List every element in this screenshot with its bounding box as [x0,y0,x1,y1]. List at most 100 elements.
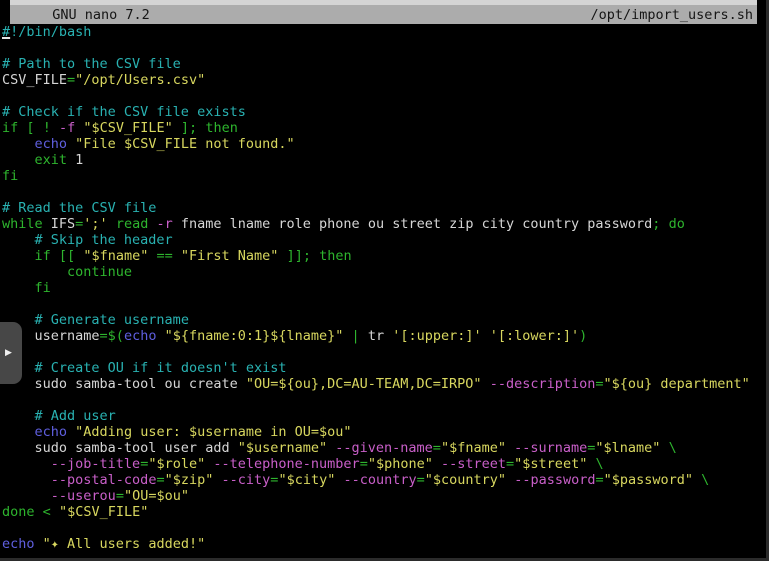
code-token: # [2,24,10,40]
code-token: then [205,120,238,136]
code-line[interactable]: sudo samba-tool ou create "OU=${ou},DC=A… [2,376,766,392]
code-token: # Path to the CSV file [2,56,181,72]
code-token: # Create OU if it doesn't exist [35,360,287,376]
code-line[interactable]: # Generate username [2,312,766,328]
code-line[interactable]: --userou="OU=$ou" [2,488,766,504]
code-token: "OU=${ou},DC=AU-TEAM,DC=IRPO" [246,376,482,392]
code-token [2,408,35,424]
code-line[interactable] [2,520,766,536]
code-token: tr [360,328,393,344]
code-line[interactable]: echo "Adding user: $username in OU=$ou" [2,424,766,440]
sidebar-expand-tab[interactable]: ▶ [0,322,22,384]
code-token: =$( [100,328,124,344]
code-token [2,248,35,264]
code-line[interactable]: # Read the CSV file [2,200,766,216]
code-token: "/opt/Users.csv" [75,72,205,88]
code-token [2,424,35,440]
code-token [213,472,221,488]
code-token [506,472,514,488]
code-token: --postal-code [51,472,157,488]
code-token [482,376,490,392]
code-token: do [669,216,685,232]
code-line[interactable]: exit 1 [2,152,766,168]
code-line[interactable]: #!/bin/bash [2,24,766,40]
code-line[interactable] [2,184,766,200]
code-token: = [67,72,75,88]
code-token [51,248,59,264]
code-token: "OU=$ou" [124,488,189,504]
code-token: ]; [181,120,197,136]
code-token: fi [35,280,51,296]
code-line[interactable]: while IFS=';' read -r fname lname role p… [2,216,766,232]
code-token: "${ou} department" [604,376,750,392]
code-token: # Generate username [35,312,189,328]
code-token: "$street" [514,456,587,472]
code-line[interactable]: echo "File $CSV_FILE not found." [2,136,766,152]
code-token: = [360,456,368,472]
code-token: "$username" [238,440,327,456]
code-token [35,536,43,552]
code-token: echo [35,424,68,440]
code-line[interactable]: --postal-code="$zip" --city="$city" --co… [2,472,766,488]
code-line[interactable]: fi [2,168,766,184]
code-token: "$phone" [368,456,433,472]
code-token [482,328,490,344]
code-token: done [2,504,35,520]
code-line[interactable] [2,392,766,408]
code-line[interactable]: # Check if the CSV file exists [2,104,766,120]
code-area[interactable]: #!/bin/bash # Path to the CSV fileCSV_FIL… [2,24,766,552]
code-token: ]]; [287,248,311,264]
code-token: sudo samba-tool ou create [2,376,246,392]
code-line[interactable]: # Path to the CSV file [2,56,766,72]
code-token: \ [669,440,677,456]
code-line[interactable]: --job-title="$role" --telephone-number="… [2,456,766,472]
code-token: | [352,328,360,344]
terminal-window: GNU nano 7.2 /opt/import_users.sh #!/bin… [0,0,769,561]
code-token: --given-name [335,440,433,456]
code-token: = [506,456,514,472]
code-line[interactable]: username=$(echo "${fname:0:1}${lname}" |… [2,328,766,344]
code-line[interactable] [2,40,766,56]
code-token: --surname [514,440,587,456]
code-token: = [595,376,603,392]
code-token: "$CSV_FILE" [83,120,172,136]
code-line[interactable] [2,296,766,312]
code-line[interactable]: done < "$CSV_FILE" [2,504,766,520]
code-token [343,328,351,344]
code-token: --telephone-number [213,456,359,472]
code-line[interactable]: if [[ "$fname" == "First Name" ]]; then [2,248,766,264]
code-token [67,136,75,152]
code-token: # Check if the CSV file exists [2,104,246,120]
code-token: [ [26,120,34,136]
code-token: read [116,216,149,232]
code-line[interactable]: echo "✦ All users added!" [2,536,766,552]
code-token: --country [343,472,416,488]
code-token: "File $CSV_FILE not found." [75,136,294,152]
code-token: "$lname" [595,440,660,456]
code-token [2,232,35,248]
code-token [660,216,668,232]
code-token: --city [222,472,271,488]
code-token [2,488,51,504]
code-token: echo [124,328,157,344]
code-line[interactable] [2,344,766,360]
code-token: = [417,472,425,488]
code-token: "$password" [604,472,693,488]
code-line[interactable]: # Create OU if it doesn't exist [2,360,766,376]
code-line[interactable]: if [ ! -f "$CSV_FILE" ]; then [2,120,766,136]
code-token: "$zip" [165,472,214,488]
code-token: --userou [51,488,116,504]
code-token: IFS [43,216,76,232]
code-token [2,136,35,152]
code-line[interactable]: continue [2,264,766,280]
code-line[interactable]: fi [2,280,766,296]
code-line[interactable]: # Skip the header [2,232,766,248]
code-line[interactable] [2,88,766,104]
code-token: -r [156,216,172,232]
code-token: = [116,488,124,504]
code-line[interactable]: CSV_FILE="/opt/Users.csv" [2,72,766,88]
code-token: fname lname role phone ou street zip cit… [173,216,653,232]
code-line[interactable]: sudo samba-tool user add "$username" --g… [2,440,766,456]
code-line[interactable]: # Add user [2,408,766,424]
code-token: if [2,120,18,136]
